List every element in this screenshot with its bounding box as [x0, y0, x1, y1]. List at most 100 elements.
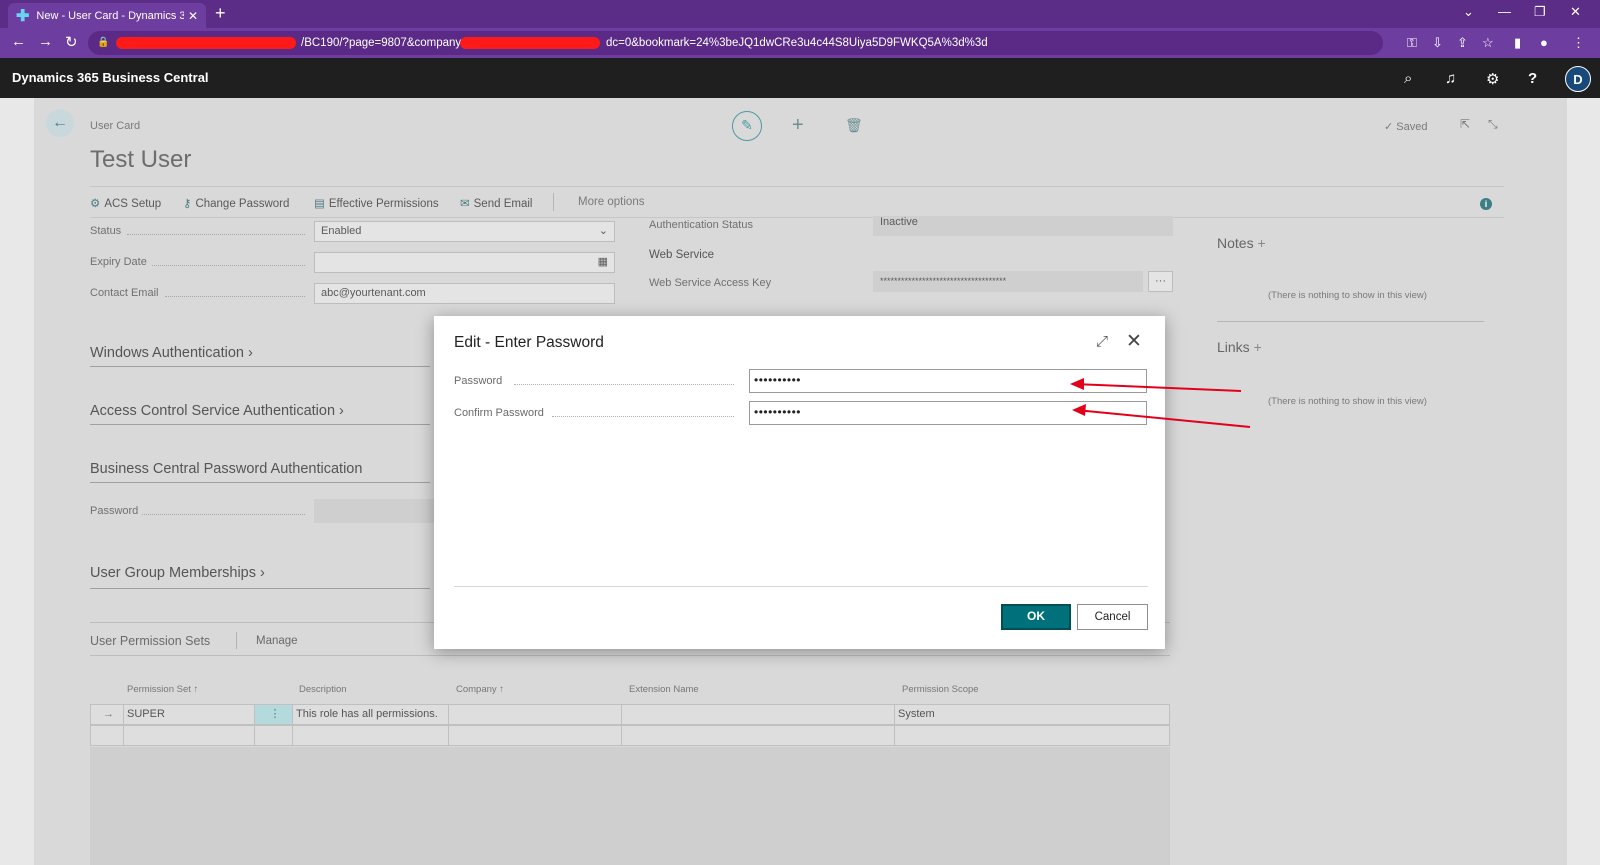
- notes-title: Notes: [1217, 235, 1254, 251]
- column-header-extension-name[interactable]: Extension Name: [629, 684, 699, 695]
- confirm-password-input[interactable]: ••••••••••: [749, 401, 1147, 425]
- add-new-button[interactable]: +: [792, 114, 804, 137]
- key-icon[interactable]: ⚿: [1407, 35, 1417, 51]
- web-service-key-more-button[interactable]: ···: [1148, 271, 1173, 292]
- effective-permissions-action[interactable]: ▤ Effective Permissions: [314, 196, 439, 210]
- links-factbox[interactable]: Links +: [1217, 339, 1262, 355]
- tab-search-icon[interactable]: ⌄: [1463, 4, 1474, 20]
- notes-factbox[interactable]: Notes +: [1217, 235, 1266, 251]
- password-label: Password: [454, 375, 503, 387]
- reload-icon[interactable]: ↻: [65, 33, 78, 51]
- share-icon[interactable]: ⇪: [1457, 35, 1468, 51]
- bc-password-authentication-title: Business Central Password Authentication: [90, 461, 363, 477]
- column-header-permission-set[interactable]: Permission Set ↑: [127, 684, 198, 695]
- column-header-description[interactable]: Description: [299, 684, 347, 695]
- links-title: Links: [1217, 339, 1250, 355]
- column-header-company[interactable]: Company ↑: [456, 684, 504, 695]
- side-panel-icon[interactable]: ▮: [1514, 35, 1521, 51]
- contact-email-input[interactable]: abc@yourtenant.com: [314, 283, 615, 304]
- windows-authentication-section[interactable]: Windows Authentication ›: [90, 345, 253, 361]
- edit-pencil-button[interactable]: ✎: [732, 111, 762, 141]
- forward-arrow-icon[interactable]: →: [38, 33, 53, 50]
- authentication-status-label: Authentication Status: [649, 219, 753, 231]
- section-divider: [90, 424, 430, 425]
- acs-authentication-section[interactable]: Access Control Service Authentication ›: [90, 403, 344, 419]
- section-divider: [90, 482, 430, 483]
- field-dots: [514, 384, 734, 385]
- back-button[interactable]: ←: [46, 109, 74, 137]
- links-empty-text: (There is nothing to show in this view): [1268, 396, 1427, 407]
- empty-cell[interactable]: [123, 726, 254, 745]
- column-header-permission-scope[interactable]: Permission Scope: [902, 684, 979, 695]
- enter-password-dialog: Edit - Enter Password ⤢ ✕ Password •••••…: [434, 316, 1165, 649]
- expiry-date-input[interactable]: ▦: [314, 252, 615, 273]
- status-select[interactable]: Enabled ⌄: [314, 221, 615, 242]
- send-email-action[interactable]: ✉ Send Email: [460, 196, 532, 210]
- info-icon[interactable]: i: [1480, 198, 1492, 210]
- bc-password-field[interactable]: [314, 499, 444, 523]
- settings-gear-icon[interactable]: ⚙: [1486, 70, 1499, 88]
- window-close-icon[interactable]: ✕: [1570, 4, 1581, 20]
- empty-cell: [292, 726, 448, 745]
- more-options-action[interactable]: More options: [578, 196, 644, 208]
- calendar-icon[interactable]: ▦: [598, 253, 608, 272]
- notifications-bell-icon[interactable]: ♫: [1445, 70, 1456, 87]
- action-bar: ⚙ ACS Setup ⚷ Change Password ▤ Effective P…: [90, 186, 1504, 218]
- cancel-button[interactable]: Cancel: [1077, 604, 1148, 630]
- restore-icon[interactable]: ❐: [1534, 4, 1546, 20]
- table-row-empty[interactable]: [90, 725, 1170, 746]
- back-arrow-icon[interactable]: ←: [11, 33, 26, 50]
- search-icon[interactable]: ⌕: [1404, 70, 1412, 87]
- open-new-window-icon[interactable]: ⇱: [1460, 117, 1470, 131]
- acs-setup-label: ACS Setup: [104, 198, 162, 210]
- extension-cell: [621, 705, 894, 724]
- row-menu-icon[interactable]: ⋮: [254, 705, 292, 724]
- add-link-plus-icon[interactable]: +: [1254, 339, 1262, 355]
- empty-cell: [448, 726, 621, 745]
- profile-icon[interactable]: ●: [1540, 35, 1548, 50]
- page-title: Test User: [90, 146, 192, 173]
- bc-password-authentication-section[interactable]: Business Central Password Authentication: [90, 461, 362, 477]
- password-input[interactable]: ••••••••••: [749, 369, 1147, 393]
- close-icon[interactable]: ✕: [1126, 330, 1142, 353]
- description-cell: This role has all permissions.: [292, 705, 448, 724]
- manage-action[interactable]: Manage: [256, 635, 298, 647]
- tab-close-icon[interactable]: ✕: [188, 9, 198, 23]
- browser-menu-icon[interactable]: ⋮: [1572, 35, 1585, 51]
- url-input[interactable]: 🔒 /BC190/?page=9807&company= dc=0&bookma…: [88, 31, 1383, 55]
- company-cell[interactable]: [448, 705, 621, 724]
- app-name[interactable]: Dynamics 365 Business Central: [12, 70, 209, 85]
- email-icon: ✉: [460, 198, 470, 210]
- status-value: Enabled: [321, 225, 362, 237]
- empty-cell: [894, 726, 1169, 745]
- avatar[interactable]: D: [1565, 66, 1591, 92]
- dialog-title: Edit - Enter Password: [454, 334, 604, 351]
- bookmark-star-icon[interactable]: ☆: [1482, 35, 1494, 51]
- permission-set-cell[interactable]: SUPER: [123, 705, 254, 724]
- collapse-icon[interactable]: ⤡: [1488, 117, 1498, 132]
- table-row[interactable]: → SUPER ⋮ This role has all permissions.…: [90, 704, 1170, 725]
- action-separator: [553, 193, 554, 211]
- redaction-mark: [116, 37, 296, 49]
- change-password-action[interactable]: ⚷ Change Password: [183, 196, 289, 210]
- browser-tab[interactable]: ✚ New - User Card - Dynamics 365 ✕: [8, 3, 206, 28]
- acs-setup-action[interactable]: ⚙ ACS Setup: [90, 196, 161, 210]
- new-tab-button[interactable]: +: [215, 3, 226, 24]
- field-dots: [142, 514, 305, 515]
- minimize-icon[interactable]: —: [1498, 4, 1511, 19]
- empty-cell: [254, 726, 292, 745]
- help-icon[interactable]: ?: [1528, 70, 1537, 87]
- install-app-icon[interactable]: ⇩: [1432, 35, 1443, 51]
- ok-button[interactable]: OK: [1001, 604, 1071, 630]
- add-note-plus-icon[interactable]: +: [1257, 235, 1265, 251]
- url-text-part1: /BC190/?page=9807&company=: [301, 37, 468, 49]
- permission-sets-title[interactable]: User Permission Sets: [90, 634, 210, 648]
- chevron-right-icon: ›: [247, 345, 253, 361]
- delete-trash-icon[interactable]: 🗑: [845, 117, 863, 134]
- user-group-memberships-title: User Group Memberships: [90, 565, 256, 581]
- section-divider: [90, 588, 430, 589]
- expand-icon[interactable]: ⤢: [1096, 333, 1108, 350]
- user-group-memberships-section[interactable]: User Group Memberships ›: [90, 565, 265, 581]
- confirm-password-label: Confirm Password: [454, 407, 544, 419]
- acs-authentication-title: Access Control Service Authentication: [90, 403, 336, 419]
